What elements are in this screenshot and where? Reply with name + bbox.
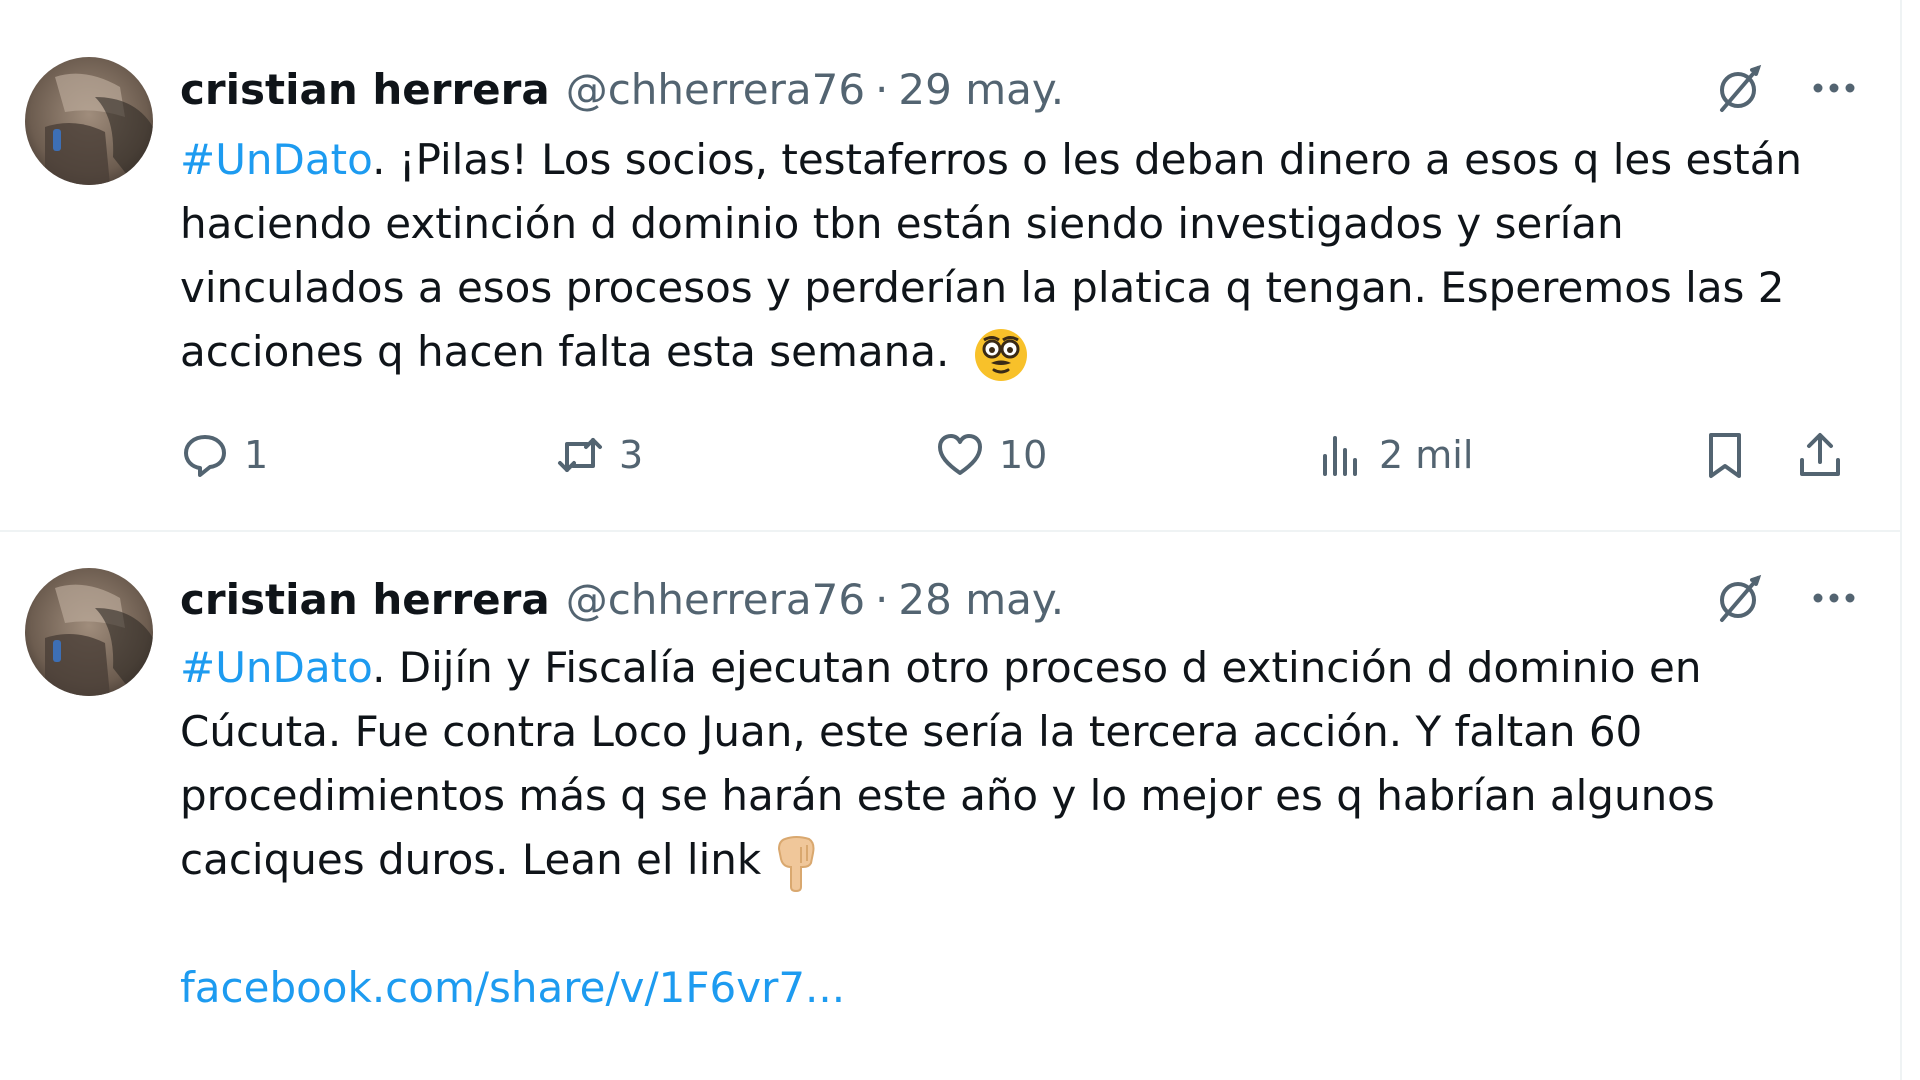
reply-icon <box>184 435 226 477</box>
tweet-header: cristian herrera @chherrera76 · 28 may. <box>180 570 1064 630</box>
retweet-count: 3 <box>619 433 644 477</box>
avatar[interactable] <box>25 57 153 185</box>
separator-dot: · <box>875 575 889 624</box>
heart-icon <box>938 434 982 475</box>
tweet-card[interactable]: cristian herrera @chherrera76 · 29 may. <box>0 0 1900 532</box>
disguised-face-emoji <box>973 327 1029 383</box>
like-button[interactable]: 10 <box>935 425 1047 485</box>
bookmark-button[interactable] <box>1700 425 1750 485</box>
avatar[interactable] <box>25 568 153 696</box>
tweet-body: . Dijín y Fiscalía ejecutan otro proceso… <box>180 643 1715 884</box>
retweet-icon <box>558 438 602 472</box>
share-icon <box>1800 433 1840 476</box>
grok-icon[interactable] <box>1712 570 1768 626</box>
separator-dot: · <box>875 65 889 114</box>
tweet-card[interactable]: cristian herrera @chherrera76 · 28 may. <box>0 532 1900 1072</box>
retweet-button[interactable]: 3 <box>555 425 643 485</box>
tweet-date[interactable]: 29 may. <box>898 60 1064 120</box>
author-handle[interactable]: @chherrera76 <box>566 570 865 630</box>
external-link[interactable]: facebook.com/share/v/1F6vr7... <box>180 956 845 1020</box>
tweet-feed: cristian herrera @chherrera76 · 29 may. <box>0 0 1902 1080</box>
reply-count: 1 <box>244 433 269 477</box>
tweet-top-icons <box>1712 570 1860 626</box>
share-button[interactable] <box>1795 425 1845 485</box>
more-options-icon[interactable] <box>1808 572 1860 624</box>
tweet-header: cristian herrera @chherrera76 · 29 may. <box>180 60 1064 120</box>
tweet-date[interactable]: 28 may. <box>898 570 1064 630</box>
views-button[interactable]: 2 mil <box>1315 425 1473 485</box>
like-count: 10 <box>999 433 1048 477</box>
views-count: 2 mil <box>1379 433 1474 477</box>
author-handle[interactable]: @chherrera76 <box>566 60 865 120</box>
tweet-actions: 1 3 10 2 mil <box>180 425 1860 485</box>
hashtag-link[interactable]: #UnDato <box>180 643 372 692</box>
author-name[interactable]: cristian herrera <box>180 570 550 630</box>
backhand-index-pointing-down-emoji <box>771 833 821 893</box>
views-chart-icon <box>1323 436 1357 476</box>
reply-button[interactable]: 1 <box>180 425 268 485</box>
more-options-icon[interactable] <box>1808 62 1860 114</box>
bookmark-icon <box>1709 433 1741 478</box>
hashtag-link[interactable]: #UnDato <box>180 135 372 184</box>
grok-icon[interactable] <box>1712 60 1768 116</box>
tweet-text: #UnDato. Dijín y Fiscalía ejecutan otro … <box>180 636 1850 893</box>
tweet-top-icons <box>1712 60 1860 116</box>
author-name[interactable]: cristian herrera <box>180 60 550 120</box>
tweet-text: #UnDato. ¡Pilas! Los socios, testaferros… <box>180 128 1850 384</box>
